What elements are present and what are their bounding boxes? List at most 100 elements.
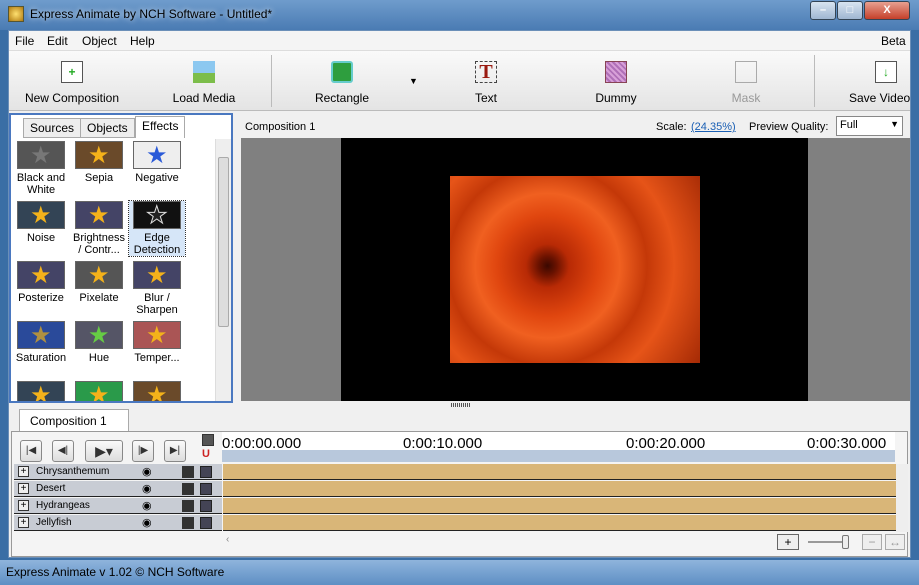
effect-item[interactable]: ★ Saturation	[13, 321, 69, 364]
track-bar[interactable]	[223, 515, 896, 531]
new-composition-button[interactable]: + New Composition	[17, 59, 127, 105]
effect-item[interactable]: ★ Temper...	[129, 321, 185, 364]
tab-effects[interactable]: Effects	[135, 116, 186, 138]
eye-icon[interactable]: ◉	[142, 515, 152, 531]
effect-item[interactable]: ★ Brightness / Contr...	[71, 201, 127, 256]
effect-item[interactable]: ★ Negative	[129, 141, 185, 184]
keyframe-icon[interactable]	[202, 434, 214, 446]
rectangle-dropdown-icon[interactable]: ▼	[409, 76, 418, 86]
main-window: File Edit Object Help Beta + New Composit…	[8, 30, 911, 558]
selected-value: Full	[840, 119, 858, 131]
eye-icon[interactable]: ◉	[142, 498, 152, 514]
expand-icon[interactable]: +	[18, 483, 29, 494]
menu-bar: File Edit Object Help Beta	[9, 31, 910, 51]
effect-item[interactable]: ★ Posterize	[13, 261, 69, 304]
effect-item[interactable]: ★ Black and White	[13, 141, 69, 196]
zoom-slider[interactable]	[808, 535, 849, 549]
dummy-button[interactable]: Dummy	[561, 59, 671, 105]
menu-edit[interactable]: Edit	[47, 34, 68, 48]
effect-thumbnail-star-icon: ★	[75, 261, 123, 289]
scale-link[interactable]: (24.35%)	[691, 121, 736, 133]
zoom-slider-thumb[interactable]	[842, 535, 849, 549]
track-name: Hydrangeas	[36, 500, 90, 511]
track-row[interactable]: + Jellyfish ◉	[14, 515, 222, 531]
effect-thumbnail-star-icon: ★	[75, 201, 123, 229]
effect-item[interactable]: ★ Sepia	[71, 141, 127, 184]
lock-icon[interactable]	[200, 483, 212, 495]
tracks-scrollbar[interactable]	[896, 464, 908, 532]
track-row[interactable]: + Chrysanthemum ◉	[14, 464, 222, 480]
divider	[814, 55, 815, 107]
save-video-button[interactable]: ↓ Save Video	[829, 59, 919, 105]
label: Composition 1	[30, 414, 107, 428]
mask-button[interactable]: Mask	[691, 59, 801, 105]
preview-quality-select[interactable]: Full ▼	[836, 116, 903, 136]
tab-sources[interactable]: Sources	[23, 118, 82, 138]
go-to-end-button[interactable]: ▶|	[164, 440, 186, 462]
close-button[interactable]: X	[864, 1, 910, 20]
lock-icon[interactable]	[200, 517, 212, 529]
fit-icon[interactable]: ↔	[885, 534, 905, 550]
track-bar[interactable]	[223, 498, 896, 514]
track-row[interactable]: + Desert ◉	[14, 481, 222, 497]
menu-file[interactable]: File	[15, 34, 34, 48]
track-bar[interactable]	[223, 464, 896, 480]
track-bar[interactable]	[223, 481, 896, 497]
tab-objects[interactable]: Objects	[80, 118, 135, 138]
effect-label: Negative	[135, 172, 179, 184]
effect-item[interactable]: ★	[71, 381, 127, 401]
time-label: 0:00:10.000	[403, 435, 483, 452]
tab-composition[interactable]: Composition 1 ✕	[19, 409, 129, 442]
effect-thumbnail-star-icon: ★	[17, 381, 65, 401]
label: Rectangle	[314, 91, 370, 105]
expand-icon[interactable]: +	[18, 466, 29, 477]
step-forward-button[interactable]: |▶	[132, 440, 154, 462]
step-back-button[interactable]: ◀|	[52, 440, 74, 462]
effect-item[interactable]: ★ Blur / Sharpen	[129, 261, 185, 316]
timeline-panel: Composition 1 ✕ |◀ ◀| ▶▾ |▶ ▶| U 0:00:00…	[9, 409, 910, 559]
effect-item[interactable]: ★ Edge Detection	[128, 200, 186, 257]
timeline-body: |◀ ◀| ▶▾ |▶ ▶| U 0:00:00.000 0:00:10.000…	[11, 431, 908, 557]
label: Save Video	[849, 91, 911, 105]
eye-icon[interactable]: ◉	[142, 481, 152, 497]
effect-label: Sepia	[84, 172, 114, 184]
load-media-button[interactable]: Load Media	[149, 59, 259, 105]
expand-icon[interactable]: +	[18, 500, 29, 511]
effects-icon[interactable]	[182, 500, 194, 512]
effect-label: Saturation	[15, 352, 67, 364]
track-row[interactable]: + Hydrangeas ◉	[14, 498, 222, 514]
timeline-hscrollbar[interactable]: ‹	[222, 532, 782, 550]
magnet-icon[interactable]: U	[202, 448, 214, 460]
rectangle-button[interactable]: Rectangle	[287, 59, 397, 105]
lock-icon[interactable]	[200, 500, 212, 512]
play-button[interactable]: ▶▾	[85, 440, 123, 462]
splitter-handle[interactable]	[451, 403, 471, 407]
maximize-button[interactable]: □	[837, 1, 863, 20]
zoom-in-button[interactable]: +	[777, 534, 799, 550]
text-button[interactable]: T Text	[431, 59, 541, 105]
effect-item[interactable]: ★	[129, 381, 185, 401]
composition-frame	[341, 138, 808, 401]
expand-icon[interactable]: +	[18, 517, 29, 528]
eye-icon[interactable]: ◉	[142, 464, 152, 480]
minimize-button[interactable]: –	[810, 1, 836, 20]
preview-canvas[interactable]	[241, 138, 910, 401]
time-ruler[interactable]: 0:00:00.000 0:00:10.000 0:00:20.000 0:00…	[222, 432, 895, 462]
effect-item[interactable]: ★ Noise	[13, 201, 69, 244]
effect-label: Pixelate	[79, 292, 119, 304]
effects-scrollbar[interactable]	[215, 139, 231, 401]
go-to-start-button[interactable]: |◀	[20, 440, 42, 462]
menu-help[interactable]: Help	[130, 34, 155, 48]
clapper-plus-icon: +	[61, 61, 83, 83]
effects-icon[interactable]	[182, 517, 194, 529]
effect-item[interactable]: ★ Hue	[71, 321, 127, 364]
effects-icon[interactable]	[182, 483, 194, 495]
menu-object[interactable]: Object	[82, 34, 117, 48]
lock-icon[interactable]	[200, 466, 212, 478]
effect-item[interactable]: ★ Pixelate	[71, 261, 127, 304]
chrysanthemum-image[interactable]	[450, 176, 700, 363]
effect-item[interactable]: ★	[13, 381, 69, 401]
effect-label: Edge Detection	[133, 232, 181, 256]
zoom-out-button[interactable]: −	[862, 534, 882, 550]
effects-icon[interactable]	[182, 466, 194, 478]
